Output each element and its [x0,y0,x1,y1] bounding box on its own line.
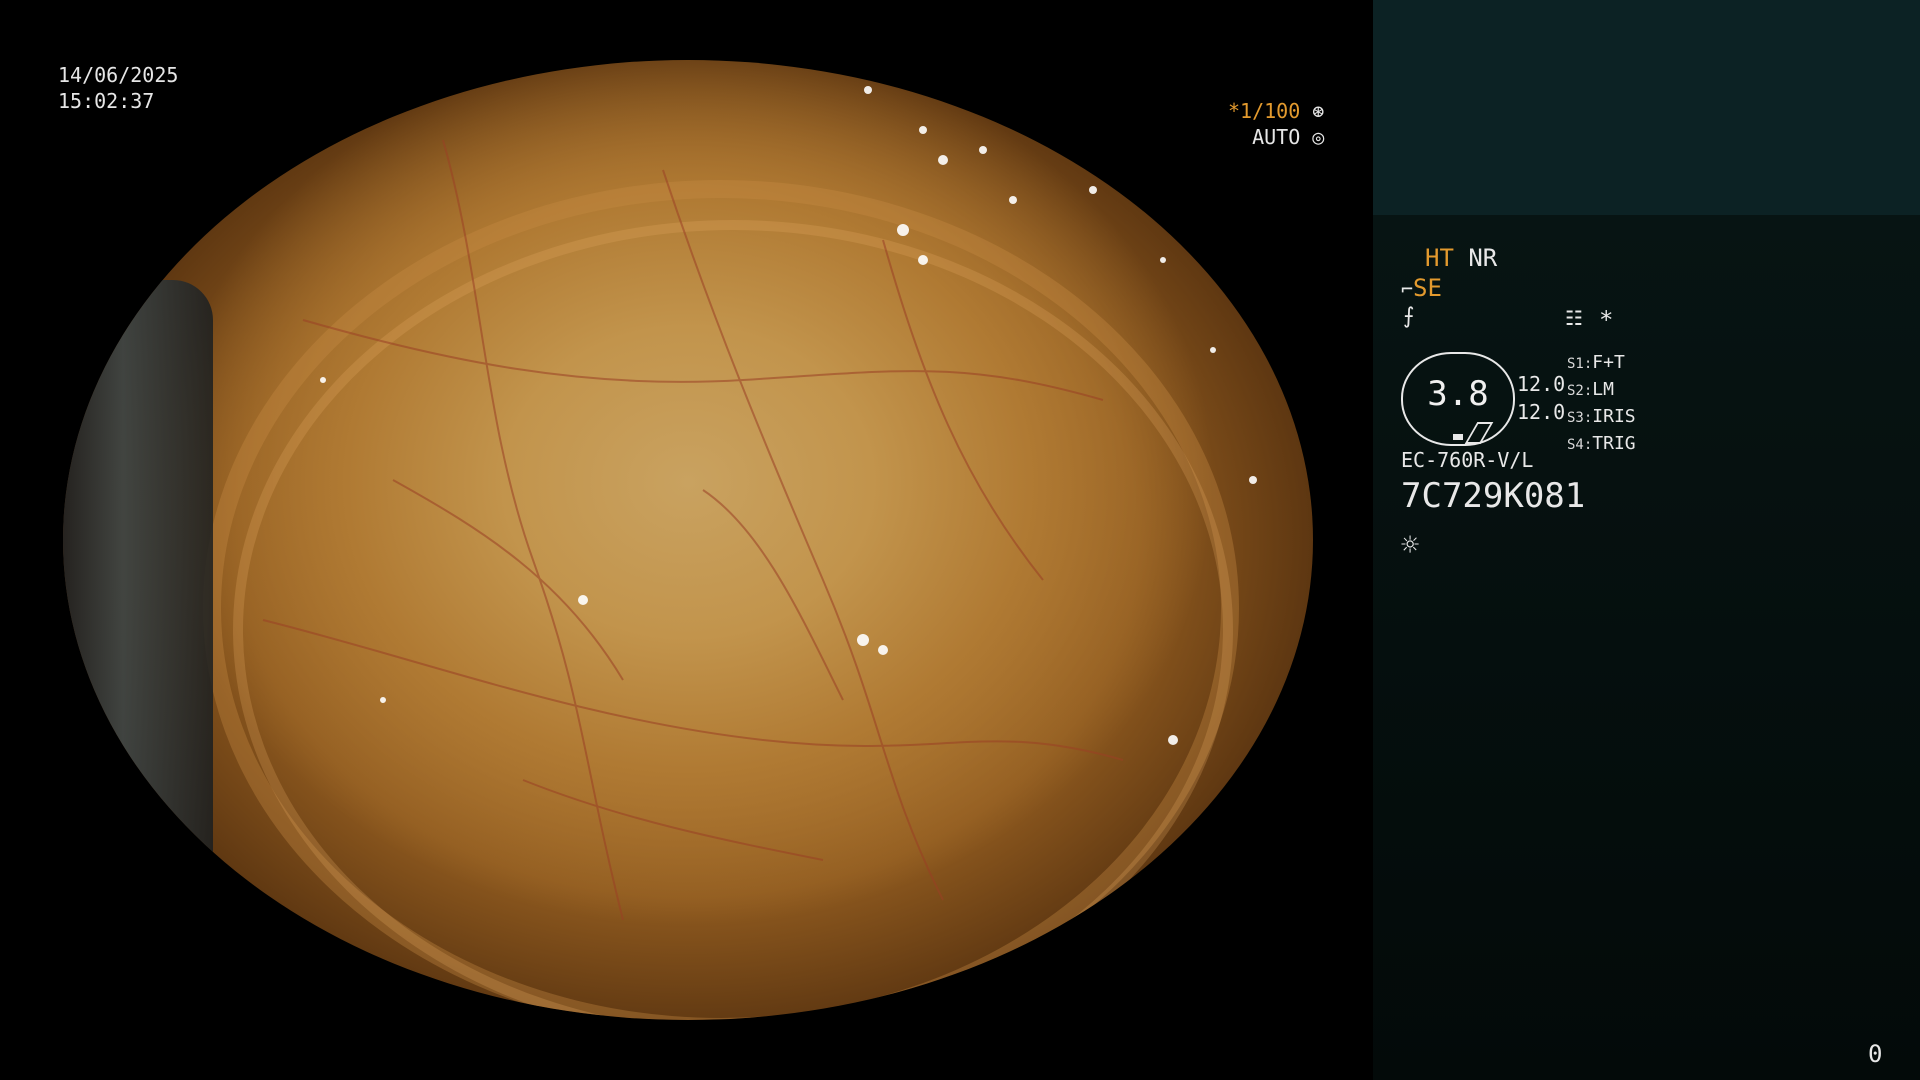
instrument-shaft [63,280,213,1020]
nr-label: NR [1468,244,1498,272]
value-one: 12.0 [1517,372,1566,396]
endoscopic-image [63,60,1313,1020]
scope-serial: 7C729K081 [1401,476,1586,516]
vessel-pattern [262,65,1257,921]
aperture-icon: ⊛ [1312,99,1325,123]
shutter-info: *1/100 ⊛ AUTO ◎ [1228,98,1324,150]
switch-key: S4: [1567,437,1593,453]
menu-icon: ☷ [1565,306,1583,330]
scope-model: EC-760R-V/L [1401,448,1534,472]
endoscope-video: 14/06/2025 15:02:37 *1/100 ⊛ AUTO ◎ [0,0,1373,1080]
date-text: 14/06/2025 [58,63,179,87]
brightness-value: 3.8 [1427,374,1489,414]
switch-value: IRIS [1592,406,1636,427]
gamma-icon: ⨍ [1403,304,1415,329]
switch-value: LM [1592,379,1614,400]
asterisk-mark: * [1599,306,1614,334]
switch-value: TRIG [1592,433,1636,454]
time-text: 15:02:37 [58,89,155,113]
datetime-display: 14/06/2025 15:02:37 [58,62,178,114]
switch-value: F+T [1592,352,1625,373]
light-icon: ☼ [1401,528,1420,563]
badge-tilt-icon [1464,422,1494,444]
switch-key: S3: [1567,410,1593,426]
structure-icon: ⌐ [1401,277,1414,301]
badge-bar [1453,434,1463,440]
switch-settings: S1:F+T S2:LM S3:IRIS S4:TRIG [1567,350,1636,458]
se-label: SE [1413,274,1442,302]
switch-key: S1: [1567,356,1593,372]
exposure-mode: AUTO [1252,125,1301,149]
panel-header-area [1373,0,1920,215]
frame-counter: 0 [1868,1040,1883,1068]
ht-label: HT [1425,244,1454,272]
brightness-badge: 3.8 [1401,352,1515,446]
status-panel: HT NR ⌐SE ⨍ ☷ * 3.8 12.0 12.0 S1:F+T S2:… [1373,0,1920,1080]
value-two: 12.0 [1517,400,1566,424]
ring-icon: ◎ [1312,125,1325,149]
shutter-speed: *1/100 [1228,99,1301,123]
switch-key: S2: [1567,383,1593,399]
